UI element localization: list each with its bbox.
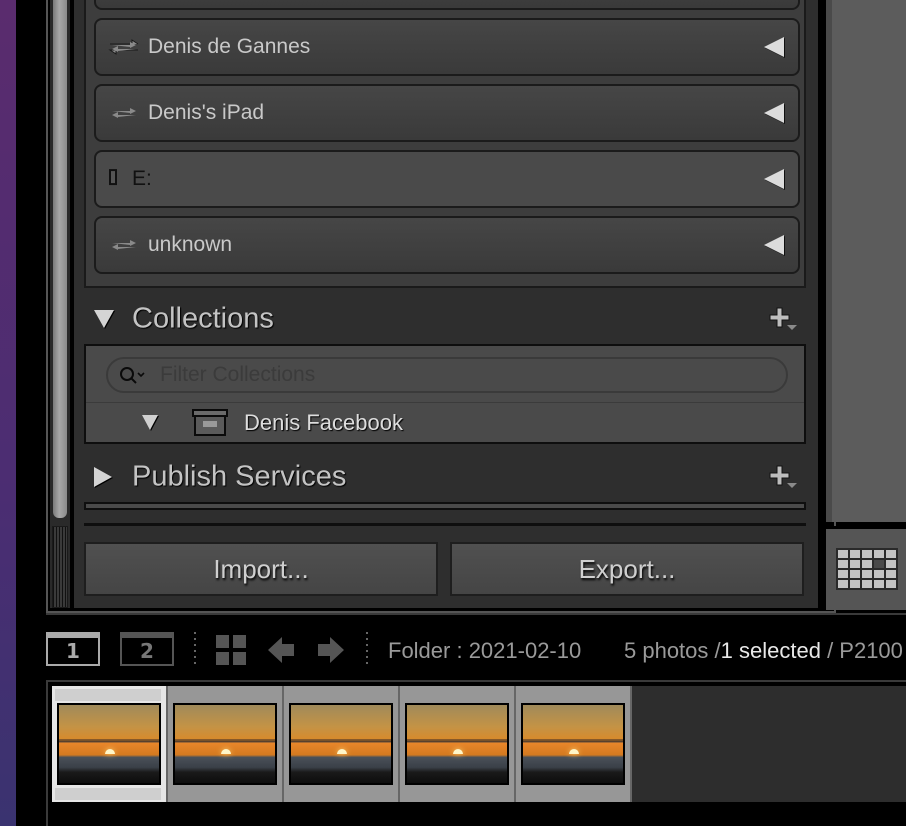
sun [105,749,115,754]
sunset-photo-image [521,703,625,785]
selection-band [55,788,161,800]
panel-resize-grip[interactable] [52,526,68,608]
collections-header[interactable]: Collections [84,294,806,344]
search-icon [120,367,145,384]
collapse-arrow-icon[interactable] [142,415,158,430]
sync-arrows-icon [112,108,136,118]
cloud-band [175,739,275,742]
add-collection-plus-icon[interactable] [768,305,800,333]
filter-collections-input[interactable] [160,362,760,388]
publish-services-title: Publish Services [132,460,347,493]
device-label: unknown [148,233,233,256]
collection-set-box-icon [192,409,228,436]
device-label: E: [132,167,152,190]
sunset-photo-image [173,703,277,785]
divider [84,523,806,526]
selection-band [55,689,161,701]
add-publish-service-plus-icon[interactable] [768,463,800,491]
collections-list: Denis Facebook [84,344,806,444]
device-row-e-drive[interactable]: E: [94,150,800,208]
divider [46,613,906,615]
device-row-unknown[interactable]: unknown [94,216,800,274]
separator [366,632,368,666]
primary-display-button[interactable]: 1 [46,632,100,666]
filmstrip-thumbnail[interactable] [284,686,400,802]
expand-left-arrow-icon[interactable] [764,169,784,189]
filter-collections-field[interactable] [106,357,788,393]
cloud-band [291,739,391,742]
import-button[interactable]: Import... [84,542,438,596]
secondary-display-button[interactable]: 2 [120,632,174,666]
folder-source-label[interactable]: Folder : 2021-02-10 [388,638,581,664]
sunset-photo-image [405,703,509,785]
selected-count: 1 selected [720,638,821,663]
sun [221,749,231,754]
expand-left-arrow-icon[interactable] [764,235,784,255]
export-button[interactable]: Export... [450,542,804,596]
filmstrip-thumbnail[interactable] [516,686,632,802]
expand-arrow-icon[interactable] [94,467,112,487]
device-row-denis-de-gannes[interactable]: Denis de Gannes [94,18,800,76]
sun [569,749,579,754]
collapse-arrow-icon[interactable] [94,310,114,328]
back-arrow-icon[interactable] [268,636,296,664]
photo-count: 5 photos / [624,638,721,663]
filename: / P2100 [827,638,903,663]
grid-view-icon[interactable] [836,548,898,590]
sunset-photo-image [57,703,161,785]
sync-arrows-icon [108,39,139,55]
publish-services-header[interactable]: Publish Services [84,452,806,502]
filmstrip-toolbar: 1 2 Folder : 2021-02-10 5 photos /1 sele… [0,620,906,680]
device-label: Denis's iPad [148,101,265,124]
separator [194,632,196,666]
collection-set-denis-facebook[interactable]: Denis Facebook [86,404,804,442]
grid-view-toggle-icon[interactable] [216,635,246,665]
scrollbar-thumb[interactable] [53,0,67,518]
publish-services-list [84,502,806,510]
sync-arrows-icon [112,240,136,250]
divider [86,402,804,403]
forward-arrow-icon[interactable] [316,636,344,664]
sun [453,749,463,754]
sun [337,749,347,754]
collections-title: Collections [132,302,274,335]
collection-label: Denis Facebook [244,410,403,435]
expand-left-arrow-icon[interactable] [764,103,784,123]
photo-count-label: 5 photos /1 selected / P2100 [624,638,903,664]
desktop-background [0,0,16,826]
expand-left-arrow-icon[interactable] [764,37,784,57]
filmstrip-thumbnail[interactable] [52,686,168,802]
drive-icon [109,169,117,186]
main-view-area [820,0,906,522]
filmstrip-thumbnail[interactable] [168,686,284,802]
device-label: Denis de Gannes [148,35,311,58]
cloud-band [59,739,159,742]
sunset-photo-image [289,703,393,785]
cloud-band [407,739,507,742]
filmstrip-thumbnail[interactable] [400,686,516,802]
device-row-denis-ipad[interactable]: Denis's iPad [94,84,800,142]
device-row-partial[interactable] [94,0,800,10]
cloud-band [523,739,623,742]
